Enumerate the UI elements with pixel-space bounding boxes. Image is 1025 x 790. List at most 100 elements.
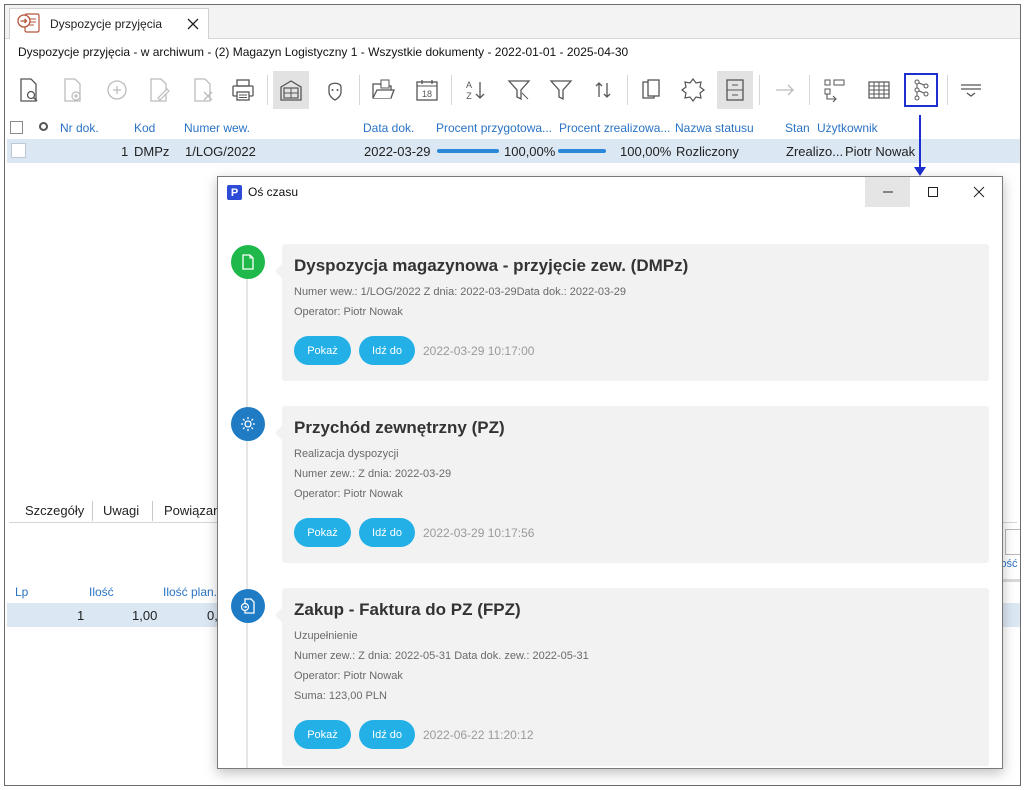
scrollbar[interactable] [1001, 579, 1020, 582]
calendar-button[interactable]: 18 [409, 71, 445, 109]
archive-icon [280, 80, 302, 101]
copy-button[interactable] [633, 71, 669, 109]
column-stan[interactable]: Stan [785, 121, 810, 135]
edit-button[interactable] [141, 71, 177, 109]
close-tab-icon[interactable] [184, 15, 202, 33]
timeline-body[interactable]: Dyspozycja magazynowa - przyjęcie zew. (… [218, 207, 1002, 768]
column-procent-przygotowania[interactable]: Procent przygotowa... [436, 121, 552, 135]
select-all-checkbox[interactable] [10, 121, 23, 134]
table-icon [868, 81, 890, 99]
print-button[interactable] [225, 71, 261, 109]
filter-button[interactable] [501, 71, 537, 109]
filter-clear-icon [549, 80, 573, 101]
goto-button[interactable]: Idź do [359, 336, 415, 365]
timeline-card-fpz: Zakup - Faktura do PZ (FPZ) Uzupełnienie… [275, 588, 989, 766]
tab-szczegoly[interactable]: Szczegóły [25, 503, 84, 518]
toolbar: 18 AZ [11, 71, 1011, 111]
table-button[interactable] [861, 71, 897, 109]
dialog-title: Oś czasu [248, 185, 299, 199]
delete-icon [194, 78, 213, 102]
calendar-icon: 18 [416, 80, 438, 101]
cell-ilosc: 1,00 [132, 608, 158, 623]
goto-button[interactable]: Idź do [359, 720, 415, 749]
cabinet-icon [726, 79, 744, 101]
sort-button[interactable]: AZ [457, 71, 493, 109]
column-uzytkownik[interactable]: Użytkownik [817, 121, 878, 135]
event-description: Realizacja dyspozycji [294, 448, 399, 460]
timeline-node-dmpz [231, 245, 265, 279]
menu-button[interactable] [953, 71, 989, 109]
print-icon [232, 79, 254, 101]
gear-icon [241, 417, 255, 431]
filter-clear-button[interactable] [543, 71, 579, 109]
cell-kod: DMPz [134, 144, 170, 159]
close-button[interactable] [956, 177, 1001, 207]
refresh-button[interactable] [585, 71, 621, 109]
add-document-icon [64, 78, 81, 102]
event-title: Przychód zewnętrzny (PZ) [294, 418, 505, 437]
goto-button[interactable]: Idź do [359, 518, 415, 547]
tab-powiazania[interactable]: Powiązani [164, 503, 223, 518]
minimize-button[interactable] [865, 177, 910, 207]
refresh-icon [595, 82, 611, 98]
sort-icon: AZ [466, 80, 485, 101]
app-logo-icon: P [227, 185, 242, 200]
badge-button[interactable] [675, 71, 711, 109]
preview-button[interactable] [11, 71, 47, 109]
event-timestamp: 2022-06-22 11:20:12 [423, 728, 534, 742]
cabinet-button[interactable] [717, 71, 753, 109]
copy-icon [642, 79, 660, 99]
open-folder-button[interactable] [365, 71, 401, 109]
open-folder-icon [372, 79, 395, 99]
invoice-icon [240, 598, 255, 614]
table-row[interactable]: 1 DMPz 1/LOG/2022 2022-03-29 100,00% 100… [7, 139, 1020, 163]
show-button[interactable]: Pokaż [294, 336, 351, 365]
timeline-node-fpz [231, 589, 265, 623]
delete-button[interactable] [185, 71, 221, 109]
add-document-button[interactable] [55, 71, 91, 109]
timeline-card-pz: Przychód zewnętrzny (PZ) Realizacja dysp… [275, 406, 989, 563]
column-lp[interactable]: Lp [15, 585, 28, 599]
annotation-arrow-line [919, 115, 921, 171]
column-ilosc-plan[interactable]: Ilość plan. [163, 585, 217, 599]
lower-right-field[interactable] [1005, 529, 1020, 555]
svg-text:18: 18 [422, 89, 432, 99]
document-icon [242, 254, 254, 270]
archive-button[interactable] [273, 71, 309, 109]
event-timestamp: 2022-03-29 10:17:56 [423, 526, 535, 540]
column-ilosc[interactable]: Ilość [89, 585, 114, 599]
operator-button[interactable] [317, 71, 353, 109]
event-description: Uzupełnienie [294, 630, 358, 642]
timeline-button[interactable] [904, 73, 938, 107]
timeline-dialog: P Oś czasu Dyspozycja magazynowa - przyj… [217, 176, 1003, 769]
add-button[interactable] [99, 71, 135, 109]
show-button[interactable]: Pokaż [294, 720, 351, 749]
forward-button[interactable] [767, 71, 803, 109]
structure-button[interactable] [817, 71, 853, 109]
dialog-titlebar[interactable]: P Oś czasu [218, 177, 1002, 207]
event-detail: Numer zew.: Z dnia: 2022-03-29 [294, 468, 452, 480]
tab-label: Dyspozycje przyjęcia [50, 17, 163, 31]
event-timestamp: 2022-03-29 10:17:00 [423, 344, 535, 358]
row-checkbox[interactable] [11, 143, 26, 158]
cell-nr-dok: 1 [121, 144, 129, 159]
column-nr-dok[interactable]: Nr dok. [60, 121, 99, 135]
operator-icon [328, 82, 342, 101]
edit-icon [150, 78, 170, 102]
svg-text:Z: Z [466, 91, 472, 101]
timeline-icon [914, 79, 929, 101]
column-numer-wew[interactable]: Numer wew. [184, 121, 250, 135]
column-data-dok[interactable]: Data dok. [363, 121, 414, 135]
column-nazwa-statusu[interactable]: Nazwa statusu [675, 121, 754, 135]
tab-dyspozycje-przyjecia[interactable]: Dyspozycje przyjęcia [9, 8, 209, 39]
filter-icon [507, 80, 531, 101]
tab-uwagi[interactable]: Uwagi [103, 503, 139, 518]
cell-numer-wew: 1/LOG/2022 [185, 144, 256, 159]
event-operator: Operator: Piotr Nowak [294, 670, 403, 682]
show-button[interactable]: Pokaż [294, 518, 351, 547]
column-procent-zrealizowania[interactable]: Procent zrealizowa... [559, 121, 670, 135]
event-operator: Operator: Piotr Nowak [294, 488, 403, 500]
progress-bar-przygotowania [437, 149, 499, 153]
maximize-button[interactable] [910, 177, 955, 207]
column-kod[interactable]: Kod [134, 121, 155, 135]
